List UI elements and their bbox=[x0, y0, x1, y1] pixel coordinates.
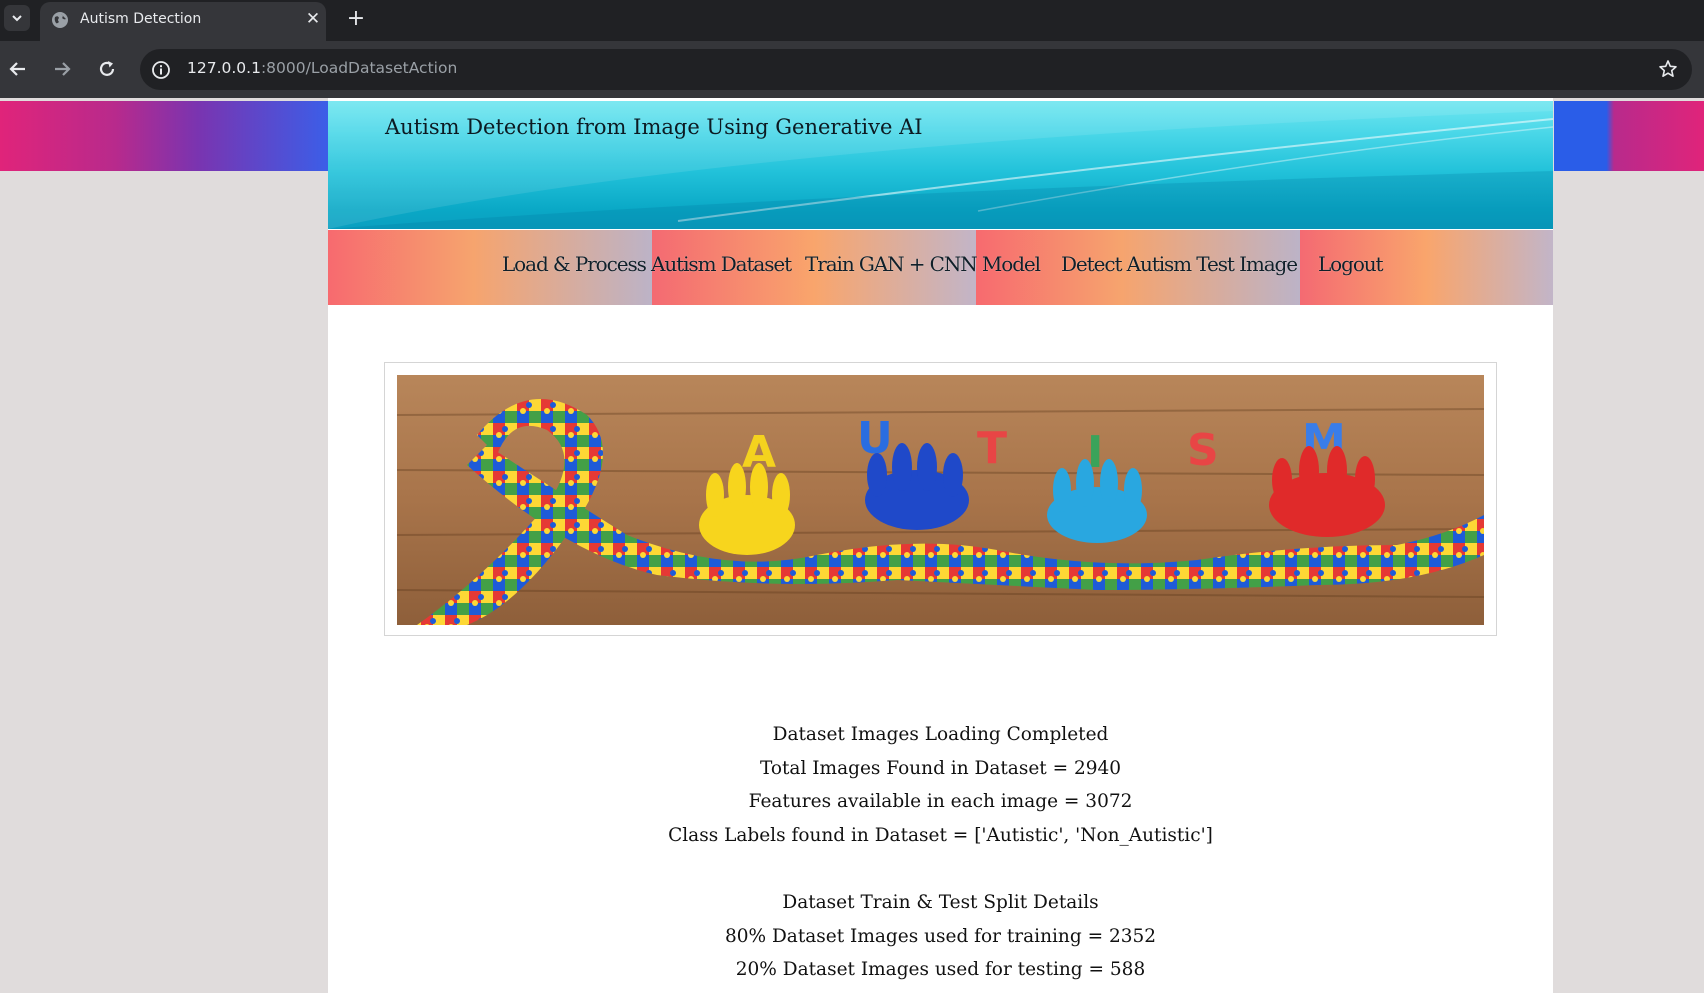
site-info-icon[interactable] bbox=[151, 60, 171, 80]
banner-letter: S bbox=[1187, 425, 1219, 476]
nav-train-model[interactable]: Train GAN + CNN Model bbox=[805, 252, 1041, 276]
result-line: Class Labels found in Dataset = ['Autist… bbox=[668, 824, 1213, 846]
dataset-results: Dataset Images Loading Completed Total I… bbox=[328, 718, 1553, 987]
nav-load-dataset[interactable]: Load & Process Autism Dataset bbox=[502, 252, 792, 276]
site-header: Autism Detection from Image Using Genera… bbox=[328, 101, 1553, 229]
result-line: Dataset Train & Test Split Details bbox=[782, 892, 1099, 913]
main-nav: Load & Process Autism Dataset Train GAN … bbox=[328, 230, 1553, 305]
result-line: Total Images Found in Dataset = 2940 bbox=[759, 757, 1122, 779]
web-page: Autism Detection from Image Using Genera… bbox=[0, 98, 1704, 993]
tab-title: Autism Detection bbox=[80, 11, 202, 27]
new-tab-plus-icon[interactable]: + bbox=[342, 4, 370, 32]
address-bar[interactable]: 127.0.0.1:8000/LoadDatasetAction bbox=[140, 49, 1692, 90]
site-title: Autism Detection from Image Using Genera… bbox=[385, 115, 923, 139]
nav-detect-test-image[interactable]: Detect Autism Test Image bbox=[1061, 252, 1298, 276]
reload-icon[interactable] bbox=[91, 53, 123, 85]
nav-logout[interactable]: Logout bbox=[1318, 252, 1384, 276]
browser-tab-active[interactable]: Autism Detection ✕ bbox=[40, 2, 326, 41]
result-line: 20% Dataset Images used for testing = 58… bbox=[735, 959, 1146, 980]
decorative-gradient-right bbox=[1554, 101, 1704, 171]
tab-search-chevron-icon[interactable] bbox=[4, 5, 30, 31]
banner-frame: A U T I S M bbox=[384, 362, 1497, 636]
page-container: Autism Detection from Image Using Genera… bbox=[328, 98, 1553, 993]
browser-toolbar: 127.0.0.1:8000/LoadDatasetAction bbox=[0, 41, 1704, 98]
url-text: 127.0.0.1:8000/LoadDatasetAction bbox=[187, 59, 458, 77]
close-tab-icon[interactable]: ✕ bbox=[302, 8, 324, 30]
decorative-gradient-left bbox=[0, 101, 329, 171]
back-arrow-icon[interactable] bbox=[2, 53, 34, 85]
browser-tab-strip: Autism Detection ✕ + bbox=[0, 0, 1704, 41]
result-spacer bbox=[328, 852, 1553, 886]
bookmark-star-icon[interactable] bbox=[1658, 59, 1678, 79]
result-line: 80% Dataset Images used for training = 2… bbox=[724, 925, 1157, 947]
banner-letter: T bbox=[977, 423, 1007, 474]
result-line: Features available in each image = 3072 bbox=[748, 791, 1133, 812]
forward-arrow-icon[interactable] bbox=[46, 53, 78, 85]
autism-awareness-banner-image: A U T I S M bbox=[397, 375, 1484, 625]
result-line: Dataset Images Loading Completed bbox=[772, 724, 1109, 745]
globe-icon bbox=[52, 12, 68, 28]
